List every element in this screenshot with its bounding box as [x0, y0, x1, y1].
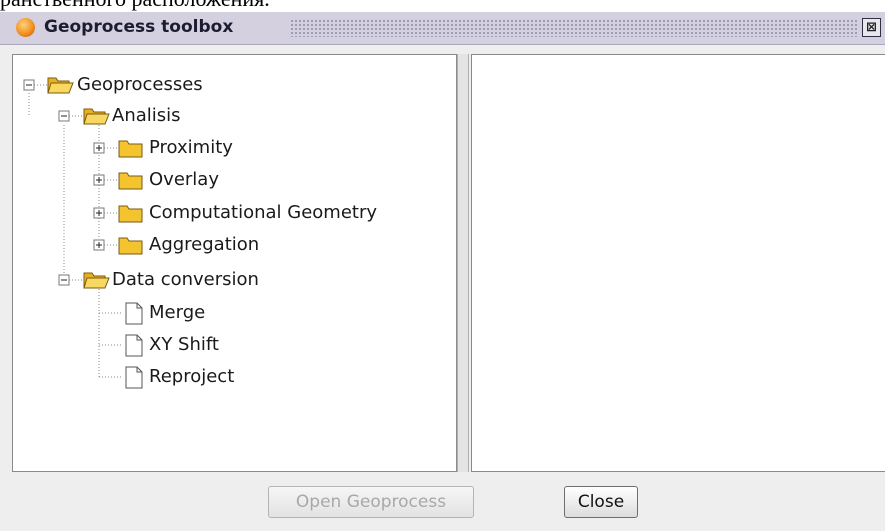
collapse-data-conversion-icon: [58, 274, 70, 286]
tree-node-merge[interactable]: Merge: [149, 301, 205, 325]
window-title: Geoprocess toolbox: [44, 17, 234, 37]
expand-overlay-icon: [93, 174, 105, 186]
folder-overlay-icon: [118, 172, 143, 190]
split-pane-divider[interactable]: [457, 54, 469, 472]
document-merge-icon: [125, 302, 143, 325]
tree-node-proximity[interactable]: Proximity: [149, 136, 233, 160]
close-button[interactable]: Close: [564, 486, 638, 518]
gvsig-logo-icon: [16, 18, 35, 37]
tree-node-aggregation[interactable]: Aggregation: [149, 233, 259, 257]
collapse-analisis-icon: [58, 110, 70, 122]
tree-connectors: [23, 77, 143, 389]
tree-node-computational-geometry[interactable]: Computational Geometry: [149, 201, 377, 225]
folder-proximity-icon: [118, 140, 143, 158]
tree-node-data-conversion[interactable]: Data conversion: [112, 268, 259, 292]
tree-node-reproject[interactable]: Reproject: [149, 365, 234, 389]
folder-aggregation-icon: [118, 237, 143, 255]
title-bar[interactable]: Geoprocess toolbox ⊠: [0, 12, 885, 45]
expand-proximity-icon: [93, 142, 105, 154]
document-xy-shift-icon: [125, 334, 143, 357]
document-reproject-icon: [125, 366, 143, 389]
open-folder-data-conversion-icon: [83, 272, 110, 289]
geoprocess-description-panel: [471, 54, 885, 472]
folder-computational-geometry-icon: [118, 205, 143, 223]
open-folder-root-icon: [47, 77, 74, 94]
expand-aggregation-icon: [93, 239, 105, 251]
tree-node-geoprocesses[interactable]: Geoprocesses: [77, 73, 203, 97]
geoprocess-tree[interactable]: Geoprocesses Analisis Proximity Overlay …: [12, 54, 457, 472]
open-geoprocess-button[interactable]: Open Geoprocess: [268, 486, 474, 518]
expand-computational-geometry-icon: [93, 207, 105, 219]
tree-node-overlay[interactable]: Overlay: [149, 168, 219, 192]
close-window-icon[interactable]: ⊠: [862, 18, 881, 37]
collapse-root-icon: [23, 79, 35, 91]
open-folder-analisis-icon: [83, 108, 110, 125]
tree-node-analisis[interactable]: Analisis: [112, 104, 181, 128]
background-caption-text: ранственного расположения.: [0, 0, 270, 12]
tree-node-xy-shift[interactable]: XY Shift: [149, 333, 219, 357]
geoprocess-toolbox-window: Geoprocess toolbox ⊠ Geoprocesses Analis…: [0, 12, 885, 531]
title-bar-grip: [290, 19, 858, 37]
